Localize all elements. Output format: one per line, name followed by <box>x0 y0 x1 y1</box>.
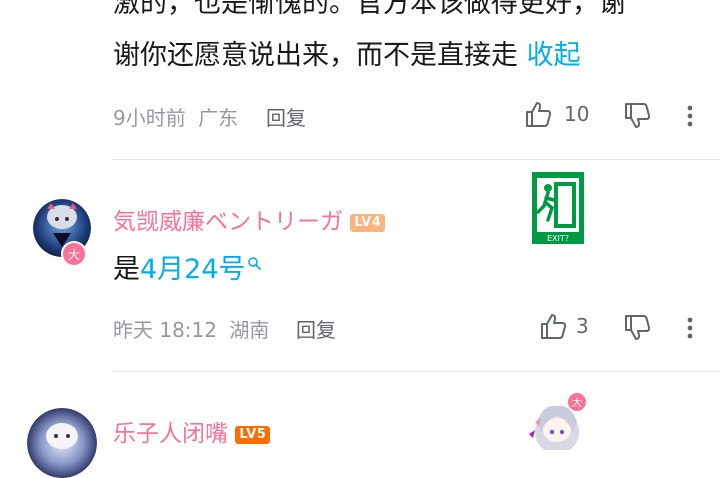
comment1-like-count: 10 <box>564 102 590 126</box>
comment3-username[interactable]: 乐子人闭嘴 LV5 <box>113 414 271 448</box>
comment1-reply-button[interactable]: 回复 <box>266 102 306 131</box>
svg-text:大: 大 <box>68 248 80 262</box>
comment2-dislike-button[interactable] <box>622 313 652 343</box>
exit-sign-icon: EXIT? <box>532 172 584 244</box>
comment1-text-line2: 谢你还愿意说出来，而不是直接走 收起 <box>113 36 581 76</box>
comment-divider <box>113 371 720 372</box>
comment1-time: 9小时前 <box>113 106 186 130</box>
comment3-username-text: 乐子人闭嘴 <box>113 421 228 447</box>
avatar-image <box>27 408 97 478</box>
comment-divider <box>113 159 720 160</box>
more-vertical-icon <box>687 105 693 127</box>
comment2-text: 是4月24号 <box>113 250 263 290</box>
more-vertical-icon <box>687 317 693 339</box>
thumbs-up-icon <box>526 102 552 127</box>
comment2-username[interactable]: 気觊威廉ベントリーガ LV4 <box>113 202 386 236</box>
comment1-text-body: 谢你还愿意说出来，而不是直接走 <box>113 40 518 71</box>
anime-girl-sticker-icon: 大 <box>529 393 586 450</box>
search-keyword-link[interactable]: 4月24号 <box>140 254 263 285</box>
search-keyword-text: 4月24号 <box>140 254 246 285</box>
vip-badge-icon: 大 <box>61 241 87 267</box>
level-badge: LV5 <box>235 425 271 444</box>
comment1-meta: 9小时前 广东 <box>113 102 238 131</box>
comment3-sticker[interactable]: 大 <box>525 392 589 450</box>
comment2-more-button[interactable] <box>680 313 700 343</box>
comment1-text-line1: 激的，也是惭愧的。官方本该做得更好，谢 <box>113 0 626 19</box>
comment1-like-button[interactable] <box>523 99 553 129</box>
level-badge: LV4 <box>350 213 386 232</box>
comment2-location: 湖南 <box>229 318 270 342</box>
comment2-text-body: 是 <box>113 254 140 285</box>
comment2-like-button[interactable] <box>538 311 568 341</box>
thumbs-up-icon <box>541 314 567 339</box>
exit-sign-image[interactable]: EXIT? <box>532 172 584 244</box>
comment2-username-text: 気觊威廉ベントリーガ <box>113 209 343 235</box>
comment3-avatar[interactable] <box>27 408 97 478</box>
exit-sign-caption: EXIT? <box>547 234 569 243</box>
collapse-link[interactable]: 收起 <box>527 40 581 71</box>
thumbs-down-icon <box>625 103 651 128</box>
search-icon <box>247 257 261 270</box>
comment1-location: 广东 <box>198 106 239 130</box>
comment2-reply-button[interactable]: 回复 <box>296 314 336 343</box>
svg-text:大: 大 <box>572 396 582 409</box>
comment1-dislike-button[interactable] <box>622 101 652 131</box>
comment2-like-count: 3 <box>576 314 589 338</box>
comment2-time: 昨天 18:12 <box>113 318 217 342</box>
comment2-meta: 昨天 18:12 湖南 <box>113 314 269 343</box>
thumbs-down-icon <box>625 315 651 340</box>
comment1-more-button[interactable] <box>680 101 700 131</box>
